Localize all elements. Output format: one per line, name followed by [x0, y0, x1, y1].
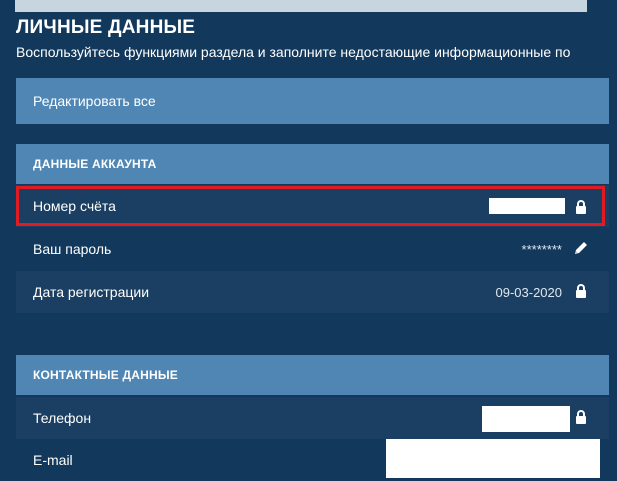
- lock-icon: [576, 284, 586, 298]
- account-number-highlight: [16, 186, 605, 226]
- registration-date-row: Дата регистрации 09-03-2020: [16, 271, 609, 313]
- password-row: Ваш пароль ********: [16, 228, 609, 270]
- phone-label: Телефон: [33, 410, 92, 426]
- password-value: ********: [521, 242, 562, 257]
- top-banner: [0, 0, 617, 12]
- account-section-header: ДАННЫЕ АККАУНТА: [16, 144, 609, 184]
- contacts-section-header: КОНТАКТНЫЕ ДАННЫЕ: [16, 355, 609, 395]
- email-value: [386, 439, 600, 478]
- page-subtitle: Воспользуйтесь функциями раздела и запол…: [16, 44, 571, 60]
- contacts-section-title: КОНТАКТНЫЕ ДАННЫЕ: [33, 368, 178, 382]
- edit-all-label: Редактировать все: [33, 93, 156, 109]
- phone-value: [482, 406, 570, 432]
- top-banner-image: [15, 0, 587, 12]
- page-title: ЛИЧНЫЕ ДАННЫЕ: [16, 17, 196, 38]
- registration-date-label: Дата регистрации: [33, 284, 150, 300]
- registration-date-value: 09-03-2020: [495, 285, 563, 300]
- email-label: E-mail: [33, 452, 73, 468]
- edit-all-button[interactable]: Редактировать все: [16, 78, 609, 124]
- account-section-title: ДАННЫЕ АККАУНТА: [33, 157, 157, 171]
- lock-icon: [576, 410, 586, 424]
- phone-row: Телефон: [16, 397, 609, 439]
- email-row: E-mail: [16, 439, 609, 481]
- pencil-icon[interactable]: [573, 240, 589, 256]
- password-label: Ваш пароль: [33, 241, 112, 257]
